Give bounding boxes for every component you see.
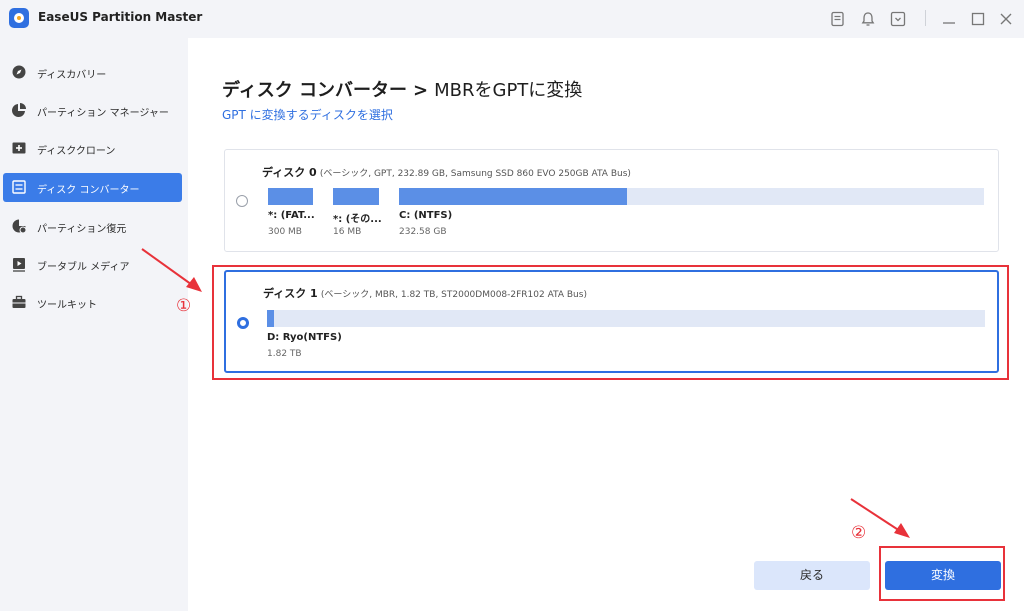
- disk-card-0[interactable]: ディスク 0 (ベーシック, GPT, 232.89 GB, Samsung S…: [224, 149, 999, 252]
- page-title: ディスク コンバーター > MBRをGPTに変換: [222, 76, 582, 102]
- partition-size: 16 MB: [333, 227, 362, 237]
- notes-icon[interactable]: [829, 10, 847, 28]
- maximize-icon[interactable]: [969, 10, 987, 28]
- toolbox-icon: [12, 295, 26, 308]
- close-icon[interactable]: [997, 10, 1015, 28]
- sidebar-item-label: パーティション マネージャー: [37, 108, 169, 119]
- partition-label: C: (NTFS): [399, 210, 453, 221]
- sidebar-item-bootable-media[interactable]: ブータブル メディア: [3, 250, 182, 279]
- annotation-box-convert: [879, 546, 1005, 601]
- sidebar-item-partition-recovery[interactable]: パーティション復元: [3, 212, 182, 241]
- titlebar-divider: [925, 10, 926, 26]
- partition-size: 232.58 GB: [399, 227, 447, 237]
- disk-header: ディスク 0 (ベーシック, GPT, 232.89 GB, Samsung S…: [262, 164, 631, 180]
- annotation-step-1: ①: [176, 296, 192, 316]
- sidebar-item-label: ディスククローン: [37, 146, 116, 157]
- clone-icon: [12, 142, 26, 154]
- sidebar-item-partition-manager[interactable]: パーティション マネージャー: [3, 96, 182, 125]
- disk-radio-0[interactable]: [236, 195, 248, 207]
- partition-block[interactable]: *: (FAT... 300 MB: [268, 188, 315, 248]
- sidebar-item-discovery[interactable]: ディスカバリー: [3, 58, 182, 87]
- page-title-main: ディスク コンバーター: [222, 80, 408, 101]
- compass-icon: [12, 65, 26, 79]
- back-button[interactable]: 戻る: [754, 561, 870, 590]
- disk-name: ディスク 0: [262, 166, 317, 179]
- sidebar: ディスカバリー パーティション マネージャー ディスククローン ディスク コンバ…: [0, 38, 188, 611]
- dropdown-icon[interactable]: [889, 10, 907, 28]
- partition-recovery-icon: [12, 219, 27, 234]
- partition-bar-fill: [399, 188, 627, 205]
- partition-size: 300 MB: [268, 227, 302, 237]
- app-title: EaseUS Partition Master: [38, 10, 203, 24]
- sidebar-item-label: ブータブル メディア: [37, 262, 130, 273]
- sidebar-item-label: ディスク コンバーター: [37, 185, 140, 196]
- title-bar: EaseUS Partition Master: [0, 0, 1024, 38]
- annotation-box-disk: [212, 265, 1009, 380]
- bell-icon[interactable]: [859, 10, 877, 28]
- minimize-icon[interactable]: [940, 10, 958, 28]
- sidebar-item-disk-clone[interactable]: ディスククローン: [3, 134, 182, 163]
- bootable-media-icon: [13, 258, 25, 272]
- partition-block[interactable]: C: (NTFS) 232.58 GB: [399, 188, 984, 248]
- page-subtitle: GPT に変換するディスクを選択: [222, 108, 393, 122]
- partition-label: *: (その...: [333, 214, 382, 225]
- sidebar-item-disk-converter[interactable]: ディスク コンバーター: [3, 173, 182, 202]
- partition-bar-fill: [268, 188, 313, 205]
- sidebar-item-label: パーティション復元: [37, 224, 127, 235]
- breadcrumb-separator: >: [413, 80, 429, 101]
- annotation-step-2: ②: [851, 523, 867, 543]
- partition-bar-fill: [333, 188, 379, 205]
- disk-detail: (ベーシック, GPT, 232.89 GB, Samsung SSD 860 …: [319, 169, 631, 179]
- partition-label: *: (FAT...: [268, 210, 315, 221]
- app-logo-icon: [9, 8, 29, 28]
- sidebar-item-label: ディスカバリー: [37, 70, 107, 81]
- page-title-sub: MBRをGPTに変換: [434, 80, 583, 101]
- disk-convert-icon: [12, 180, 26, 194]
- partition-block[interactable]: *: (その... 16 MB: [333, 188, 382, 248]
- sidebar-item-label: ツールキット: [37, 300, 97, 311]
- sidebar-item-toolkit[interactable]: ツールキット: [3, 288, 182, 317]
- pie-chart-icon: [12, 103, 26, 117]
